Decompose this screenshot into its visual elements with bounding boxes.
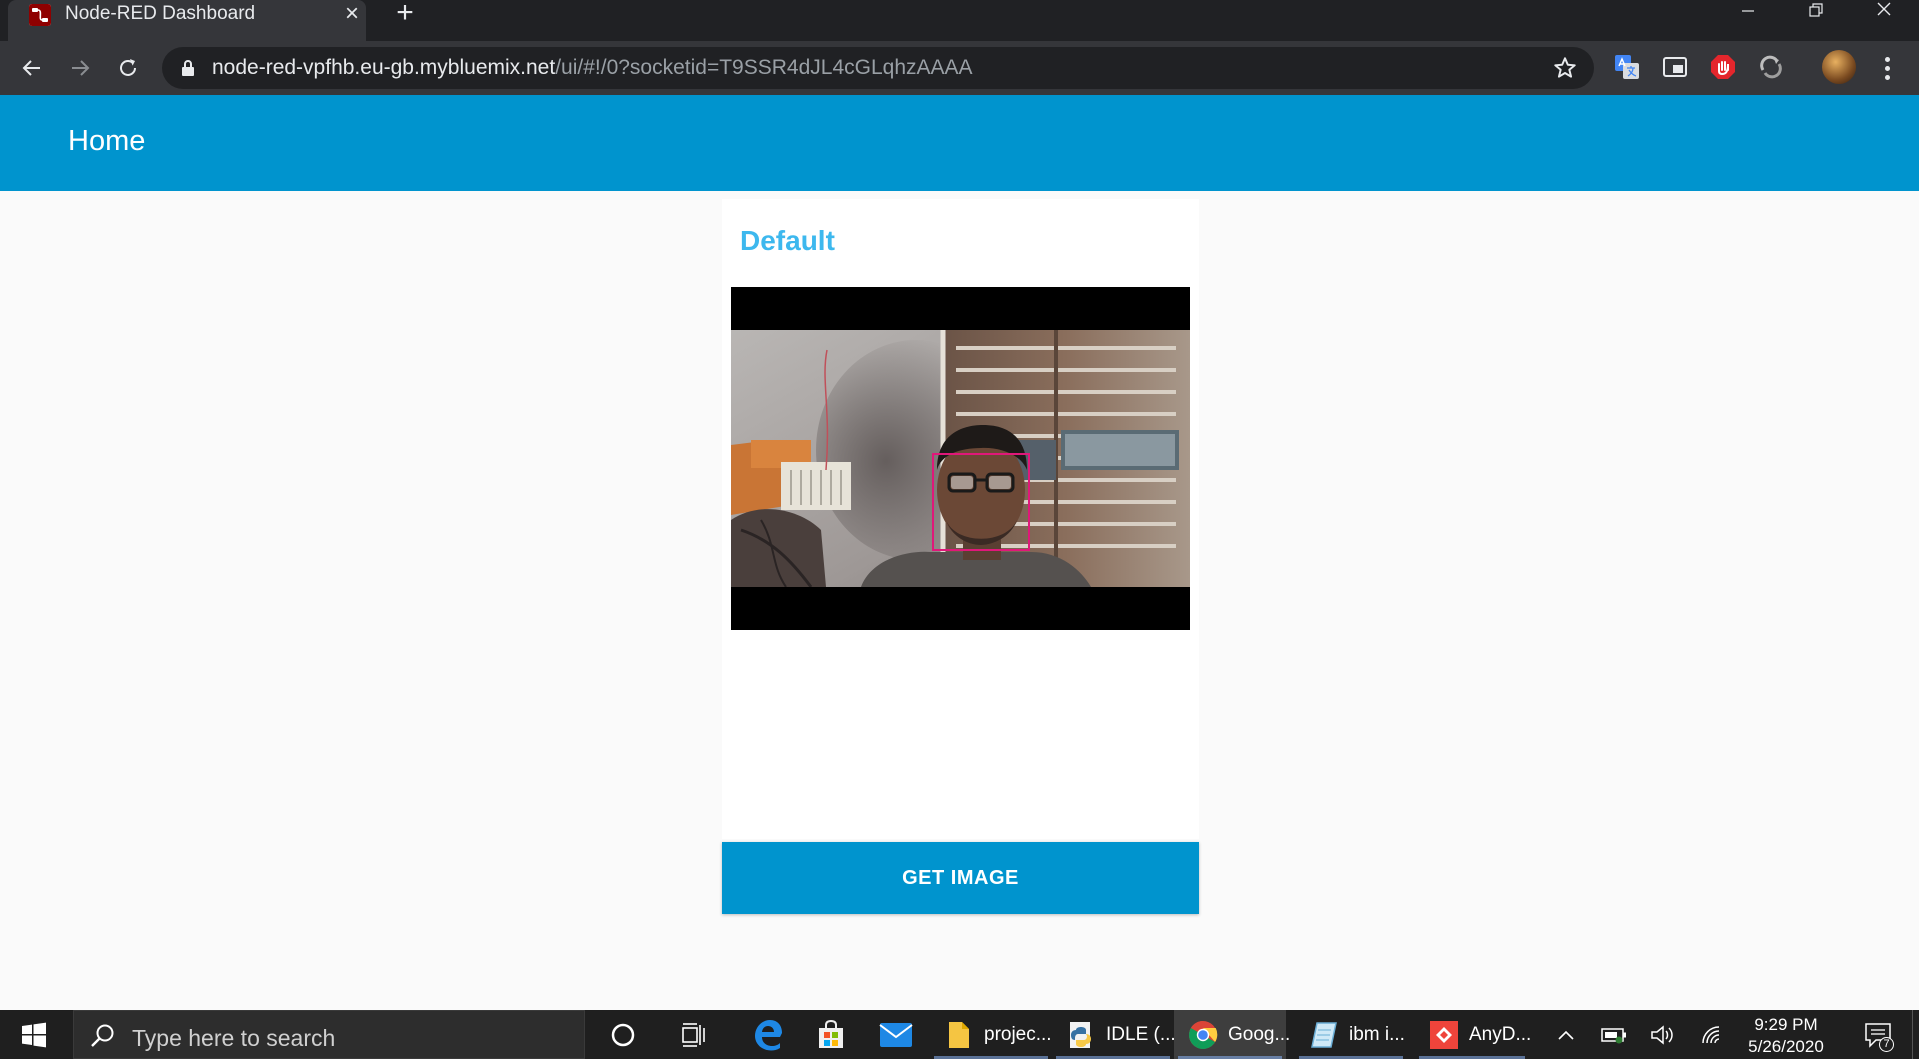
clock-time: 9:29 PM [1754, 1015, 1818, 1034]
taskbar-app-label: Goog... [1228, 1023, 1291, 1045]
node-red-favicon-icon [29, 4, 51, 26]
profile-avatar[interactable] [1822, 50, 1856, 84]
chrome-icon [1188, 1020, 1218, 1050]
taskbar-app-label: projec... [984, 1023, 1052, 1045]
edge-icon[interactable] [740, 1010, 796, 1059]
tab-title: Node-RED Dashboard [65, 3, 256, 24]
microsoft-store-icon[interactable] [803, 1010, 859, 1059]
volume-icon[interactable] [1644, 1010, 1680, 1059]
search-icon [90, 1023, 116, 1054]
show-desktop-button[interactable] [1912, 1010, 1919, 1059]
lock-icon[interactable] [180, 59, 196, 82]
picture-in-picture-extension-icon[interactable] [1660, 52, 1690, 82]
window-minimize-icon[interactable] [1720, 0, 1776, 24]
notifications-icon[interactable]: 7 [1856, 1010, 1900, 1059]
browser-tabstrip: Node-RED Dashboard × + [0, 0, 1919, 41]
get-image-button[interactable]: GET IMAGE [722, 842, 1199, 914]
search-placeholder: Type here to search [132, 1025, 336, 1051]
group-title: Default [740, 225, 835, 256]
dashboard-header: Home [0, 95, 1919, 191]
windows-start-icon[interactable] [0, 1010, 68, 1059]
taskbar-app-label: AnyD... [1469, 1023, 1532, 1045]
python-idle-icon [1066, 1020, 1096, 1050]
bookmark-star-icon[interactable] [1552, 55, 1578, 86]
adblock-extension-icon[interactable] [1708, 52, 1738, 82]
url-path: /ui/#!/0?socketid=T9SSR4dJL4cGLqhzAAAA [555, 56, 973, 79]
taskbar-app-notepad[interactable]: ibm i... [1295, 1010, 1407, 1059]
sync-extension-icon[interactable] [1756, 52, 1786, 82]
cortana-icon[interactable] [595, 1010, 651, 1059]
webcam-frame [731, 330, 1190, 587]
clock-date: 5/26/2020 [1748, 1037, 1824, 1056]
tray-chevron-up-icon[interactable] [1550, 1010, 1582, 1059]
anydesk-icon [1429, 1020, 1459, 1050]
browser-menu-icon[interactable] [1875, 52, 1899, 84]
browser-toolbar: node-red-vpfhb.eu-gb.mybluemix.net/ui/#!… [0, 41, 1919, 95]
forward-arrow-icon[interactable] [62, 50, 98, 86]
camera-image [731, 287, 1190, 630]
url-text[interactable]: node-red-vpfhb.eu-gb.mybluemix.net/ui/#!… [212, 56, 973, 80]
taskbar-app-chrome[interactable]: Goog... [1174, 1010, 1290, 1059]
tab-close-icon[interactable]: × [339, 0, 365, 28]
taskbar-app-anydesk[interactable]: AnyD... [1415, 1010, 1532, 1059]
new-tab-icon[interactable]: + [390, 0, 420, 28]
group-card: Default [722, 199, 1199, 839]
taskbar-app-label: IDLE (... [1106, 1023, 1176, 1045]
taskbar-app-idle[interactable]: IDLE (... [1052, 1010, 1176, 1059]
window-close-icon[interactable] [1857, 0, 1913, 24]
address-bar[interactable]: node-red-vpfhb.eu-gb.mybluemix.net/ui/#!… [162, 47, 1594, 89]
browser-tab[interactable]: Node-RED Dashboard × [8, 0, 366, 41]
google-translate-extension-icon[interactable] [1612, 52, 1642, 82]
reload-icon[interactable] [110, 50, 146, 86]
notification-count-badge: 7 [1879, 1037, 1894, 1052]
page-title: Home [68, 125, 146, 157]
window-restore-icon[interactable] [1788, 0, 1844, 24]
task-view-icon[interactable] [667, 1010, 723, 1059]
back-arrow-icon[interactable] [14, 50, 50, 86]
notepad-icon [1309, 1020, 1339, 1050]
taskbar-app-file-explorer[interactable]: projec... [930, 1010, 1052, 1059]
taskbar-clock[interactable]: 9:29 PM 5/26/2020 [1736, 1014, 1836, 1058]
taskbar-app-label: ibm i... [1349, 1023, 1405, 1045]
taskbar-search-input[interactable]: Type here to search [73, 1010, 585, 1059]
file-explorer-icon [944, 1020, 974, 1050]
battery-icon[interactable] [1596, 1010, 1632, 1059]
mail-icon[interactable] [868, 1010, 924, 1059]
windows-taskbar: Type here to search projec... IDLE (... … [0, 1010, 1919, 1059]
dashboard-content: Default GET IMAGE [0, 191, 1919, 1010]
wifi-icon[interactable] [1692, 1010, 1732, 1059]
url-host: node-red-vpfhb.eu-gb.mybluemix.net [212, 56, 556, 79]
